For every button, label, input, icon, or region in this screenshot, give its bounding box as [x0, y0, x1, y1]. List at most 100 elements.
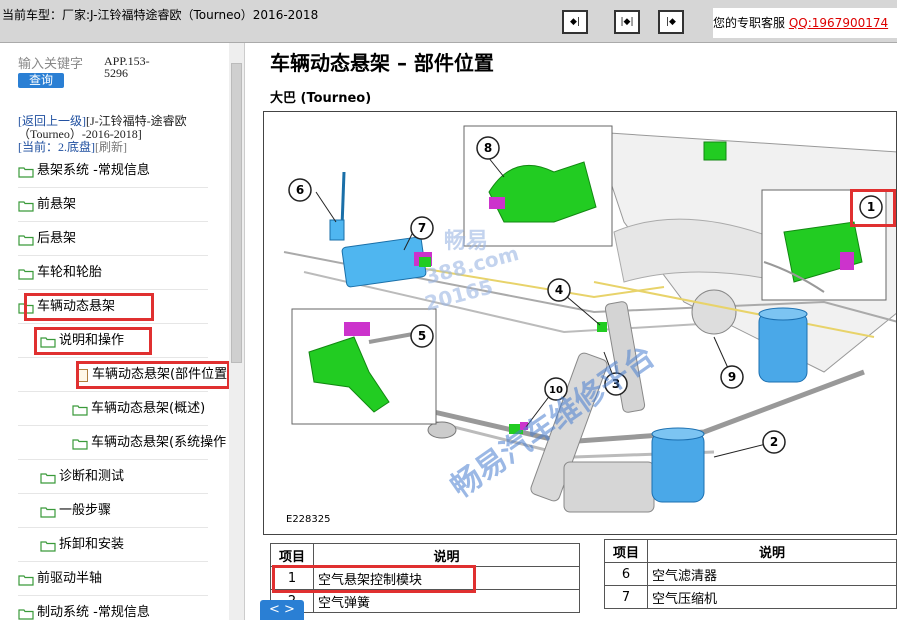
callout-8: 8: [484, 141, 492, 155]
callout-6: 6: [296, 183, 304, 197]
folder-icon: [18, 165, 34, 178]
tree-divider: [18, 459, 208, 460]
tree-divider: [18, 221, 208, 222]
folder-icon: [72, 403, 88, 416]
sidebar: 输入关键字 查询 APP.153-5296 [返回上一级][J-江铃福特-途睿欧…: [0, 43, 245, 620]
sidebar-item-label: 车辆动态悬架(系统操作: [91, 435, 227, 450]
folder-icon: [72, 437, 88, 450]
breadcrumb: [返回上一级][J-江铃福特-途睿欧（Tourneo）-2016-2018] […: [18, 115, 218, 154]
table-row: 7 空气压缩机: [604, 585, 897, 609]
tree-divider: [18, 425, 208, 426]
current-model: 当前车型：厂家:J-江铃福特途睿欧（Tourneo）2016-2018: [2, 6, 318, 23]
legend-header-desc: 说明: [647, 539, 897, 563]
callout-5: 5: [418, 329, 426, 343]
tree-divider: [18, 323, 208, 324]
current-model-value: 厂家:J-江铃福特途睿欧（Tourneo）2016-2018: [62, 8, 319, 22]
sidebar-item-label: 后悬架: [37, 231, 77, 246]
content-pane: 车辆动态悬架 – 部件位置 大巴 (Tourneo) 1 2 3 4 5 6 7…: [248, 43, 897, 620]
folder-icon: [18, 573, 34, 586]
sidebar-item-general-procedures[interactable]: 一般步骤: [40, 501, 111, 521]
legend-cell-desc: 空气压缩机: [647, 585, 897, 609]
tree-divider: [18, 289, 208, 290]
figure-id: E228325: [286, 514, 331, 525]
current-value: 2.底盘]: [58, 140, 95, 154]
callout-7: 7: [418, 221, 426, 235]
callout-4: 4: [555, 283, 563, 297]
legend-header-item: 项目: [270, 543, 314, 567]
folder-icon: [18, 233, 34, 246]
tree-divider: [18, 187, 208, 188]
scrollbar-thumb[interactable]: [231, 63, 242, 363]
table-row: 6 空气滤清器: [604, 562, 897, 586]
highlight-box-callout-1: [850, 189, 896, 227]
nav-first-button[interactable]: ◆|: [562, 10, 588, 34]
sidebar-item-front-suspension[interactable]: 前悬架: [18, 195, 76, 215]
sidebar-item-removal-installation[interactable]: 拆卸和安装: [40, 535, 124, 555]
nav-split-icon: |◆|: [620, 16, 634, 27]
sidebar-item-label: 车轮和轮胎: [37, 265, 103, 280]
sidebar-item-label: 一般步骤: [59, 503, 112, 518]
legend-cell-num: 6: [604, 562, 648, 586]
sidebar-item-front-drive-halfshaft[interactable]: 前驱动半轴: [18, 569, 102, 589]
page-subtitle: 大巴 (Tourneo): [270, 91, 372, 106]
highlight-box-description-operation: [34, 327, 152, 355]
legend-header-desc: 说明: [313, 543, 580, 567]
service-qq-link[interactable]: QQ:1967900174: [789, 16, 888, 30]
sidebar-item-label: 前驱动半轴: [37, 571, 103, 586]
folder-icon: [18, 267, 34, 280]
folder-icon: [18, 199, 34, 212]
sidebar-item-label: 诊断和测试: [59, 469, 125, 484]
sidebar-item-label: 制动系统 -常规信息: [37, 605, 150, 620]
sidebar-item-system-operation[interactable]: 车辆动态悬架(系统操作: [72, 433, 226, 453]
callout-2: 2: [770, 435, 778, 449]
sidebar-item-rear-suspension[interactable]: 后悬架: [18, 229, 76, 249]
folder-icon: [18, 607, 34, 620]
nav-split-button[interactable]: |◆|: [614, 10, 640, 34]
sidebar-item-label: 悬架系统 -常规信息: [37, 163, 150, 178]
tree-divider: [18, 255, 208, 256]
sidebar-item-brake-system-general[interactable]: 制动系统 -常规信息: [18, 603, 150, 620]
nav-first-icon: ◆|: [570, 16, 580, 27]
tree-divider: [18, 561, 208, 562]
highlight-box-component-location: [76, 361, 230, 389]
sidebar-item-label: 拆卸和安装: [59, 537, 125, 552]
sidebar-item-label: 车辆动态悬架(概述): [91, 401, 206, 416]
tree-divider: [18, 391, 208, 392]
sidebar-item-label: 前悬架: [37, 197, 77, 212]
nav-last-icon: |◆: [666, 16, 676, 27]
folder-icon: [40, 471, 56, 484]
component-location-figure: 1 2 3 4 5 6 7 8 9 10: [263, 111, 897, 535]
page-title: 车辆动态悬架 – 部件位置: [270, 51, 494, 75]
legend-header-item: 项目: [604, 539, 648, 563]
app-code: APP.153-5296: [104, 54, 150, 80]
tree-divider: [18, 357, 208, 358]
tree-divider: [18, 595, 208, 596]
tree-divider: [18, 527, 208, 528]
sidebar-item-suspension-general[interactable]: 悬架系统 -常规信息: [18, 161, 150, 181]
tree-divider: [18, 493, 208, 494]
component-diagram: 1 2 3 4 5 6 7 8 9 10: [283, 125, 896, 513]
sidebar-item-overview[interactable]: 车辆动态悬架(概述): [72, 399, 205, 419]
highlight-box-row-1: [272, 565, 476, 593]
current-label: [当前：: [18, 140, 58, 154]
current-model-label: 当前车型：: [2, 8, 63, 22]
highlight-box-vehicle-dynamic-suspension: [24, 293, 154, 321]
legend-cell-num: 7: [604, 585, 648, 609]
folder-icon: [40, 539, 56, 552]
search-button[interactable]: 查询: [18, 73, 64, 88]
search-input[interactable]: 输入关键字: [18, 53, 98, 72]
top-bar: 当前车型：厂家:J-江铃福特途睿欧（Tourneo）2016-2018 ◆| |…: [0, 0, 897, 43]
sidebar-item-wheels-tires[interactable]: 车轮和轮胎: [18, 263, 102, 283]
legend-cell-desc: 空气滤清器: [647, 562, 897, 586]
page-nav-button[interactable]: < >: [260, 600, 304, 620]
customer-service: 您的专职客服 QQ:1967900174: [713, 8, 897, 38]
folder-icon: [40, 505, 56, 518]
sidebar-item-diagnosis-testing[interactable]: 诊断和测试: [40, 467, 124, 487]
back-link[interactable]: [返回上一级]: [18, 114, 86, 128]
legend-table-right: 项目 说明 6 空气滤清器 7 空气压缩机: [604, 539, 897, 609]
callout-9: 9: [728, 370, 736, 384]
service-label: 您的专职客服: [713, 16, 786, 30]
refresh-link[interactable]: [刷新]: [95, 140, 127, 154]
sidebar-scrollbar[interactable]: [229, 43, 244, 620]
nav-last-button[interactable]: |◆: [658, 10, 684, 34]
